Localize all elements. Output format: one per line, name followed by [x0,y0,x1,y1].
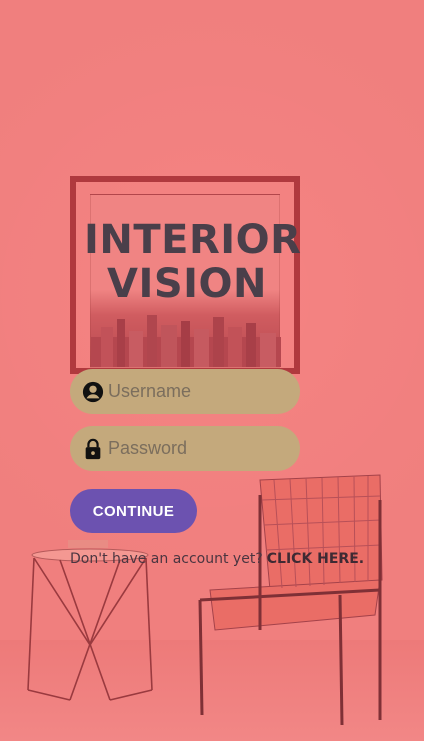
signup-link[interactable]: CLICK HERE. [267,551,364,567]
title-line-1: INTERIOR [84,217,302,263]
signup-prompt: Don't have an account yet? CLICK HERE. [70,551,364,567]
city-skyline [91,315,281,367]
password-input[interactable] [106,437,290,460]
signup-prompt-text: Don't have an account yet? [70,551,263,567]
username-input[interactable] [106,380,290,403]
username-field[interactable] [70,369,300,414]
lock-icon [82,438,104,460]
continue-button[interactable]: CONTINUE [70,489,197,533]
password-field[interactable] [70,426,300,471]
title-line-2: VISION [106,261,267,307]
account-circle-icon [82,381,104,403]
app-title: INTERIOR VISION [84,217,302,307]
chair [198,474,383,725]
